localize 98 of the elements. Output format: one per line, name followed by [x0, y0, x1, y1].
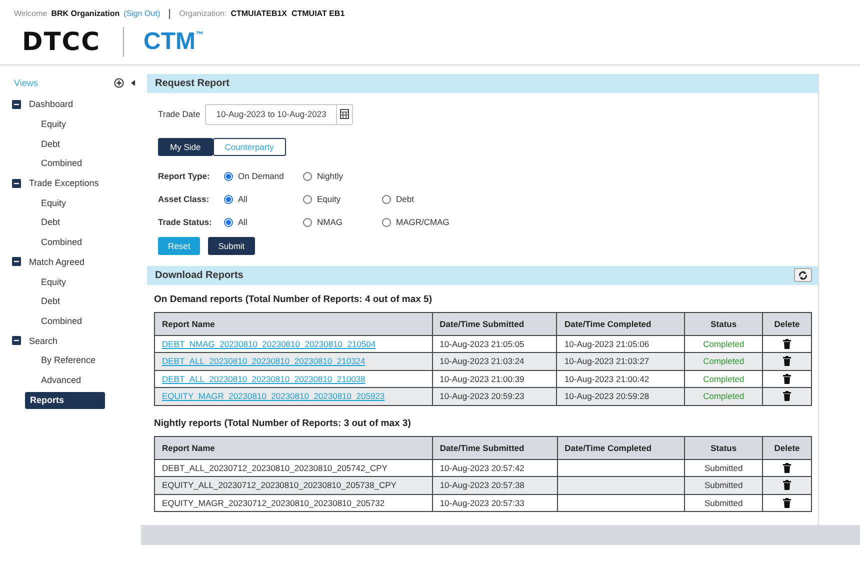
status-cell: Completed — [684, 388, 763, 405]
report-name-cell: EQUITY_ALL_20230712_20230810_20230810_205738_CPY — [154, 476, 432, 494]
trade-date-label: Trade Date — [158, 109, 200, 119]
collapse-icon[interactable] — [12, 336, 21, 346]
trash-icon[interactable] — [783, 480, 791, 490]
radio-group-label: Report Type: — [158, 171, 211, 181]
sidebar-item[interactable]: Combined — [0, 154, 141, 174]
radio-icon[interactable] — [224, 172, 233, 180]
radio-option[interactable]: MAGR/CMAG — [382, 217, 461, 227]
column-header: Date/Time Submitted — [432, 312, 557, 335]
radio-option[interactable]: On Demand — [224, 171, 303, 181]
sidebar-group[interactable]: Dashboard — [0, 94, 141, 114]
sidebar-item[interactable]: Advanced — [0, 370, 141, 390]
sidebar-item[interactable]: Reports — [25, 392, 105, 409]
trash-icon[interactable] — [783, 356, 792, 366]
status-cell: Submitted — [684, 476, 763, 494]
organization-label: Organization: — [179, 9, 227, 18]
radio-icon[interactable] — [303, 218, 312, 226]
table-cell: 10-Aug-2023 21:05:06 — [556, 335, 685, 352]
radio-group-label: Asset Class: — [158, 194, 210, 204]
radio-option[interactable]: All — [224, 217, 303, 227]
calendar-icon[interactable] — [340, 109, 350, 119]
sidebar-group[interactable]: Match Agreed — [0, 252, 141, 272]
sidebar-item[interactable]: Equity — [0, 192, 141, 213]
radio-option[interactable]: All — [224, 194, 303, 204]
table-cell: 10-Aug-2023 21:00:39 — [432, 370, 557, 388]
radio-option[interactable]: Nightly — [303, 171, 382, 181]
column-header: Delete — [762, 312, 812, 335]
status-cell: Submitted — [684, 459, 763, 476]
radio-icon[interactable] — [224, 218, 233, 226]
trash-icon[interactable] — [783, 338, 792, 349]
status-cell: Completed — [684, 370, 763, 388]
section-title: Request Report — [155, 78, 230, 88]
sidebar-item[interactable]: Debt — [0, 212, 141, 232]
column-header: Delete — [762, 436, 812, 459]
report-name-cell: EQUITY_MAGR_20230712_20230810_20230810_205732 — [154, 494, 432, 512]
user-name: BRK Organization — [51, 9, 120, 18]
submit-button[interactable]: Submit — [208, 236, 255, 254]
table-cell: 10-Aug-2023 20:59:28 — [556, 388, 685, 405]
radio-icon[interactable] — [303, 194, 312, 204]
trash-icon[interactable] — [783, 391, 792, 402]
brand-logo: DTCC — [22, 27, 100, 56]
sidebar-item[interactable]: Equity — [0, 114, 141, 134]
organization-value: CTMUIATEB1X CTMUIAT EB1 — [230, 9, 345, 18]
radio-icon[interactable] — [382, 194, 391, 204]
sidebar-item[interactable]: Debt — [0, 134, 141, 154]
column-header: Report Name — [154, 436, 432, 459]
sidebar-group[interactable]: Trade Exceptions — [0, 173, 141, 193]
product-logo: CTM™ — [144, 28, 204, 56]
status-cell: Completed — [684, 352, 763, 370]
sidebar-item[interactable]: Equity — [0, 272, 141, 292]
refresh-icon[interactable] — [798, 270, 808, 280]
table-cell: 10-Aug-2023 20:57:38 — [432, 476, 558, 494]
add-icon[interactable] — [114, 78, 124, 88]
table-cell: 10-Aug-2023 21:05:05 — [432, 335, 557, 352]
side-toggle-tab[interactable]: My Side — [158, 138, 213, 156]
sign-out-link[interactable]: (Sign Out) — [124, 9, 160, 18]
welcome-text: Welcome — [14, 9, 48, 18]
collapse-icon[interactable] — [12, 178, 21, 188]
radio-icon[interactable] — [382, 218, 391, 226]
table-cell: 10-Aug-2023 20:59:23 — [432, 388, 557, 405]
trash-icon[interactable] — [783, 498, 791, 508]
radio-icon[interactable] — [224, 194, 233, 204]
table-cell: 10-Aug-2023 20:57:42 — [432, 459, 558, 476]
sidebar-item[interactable]: Combined — [0, 311, 141, 331]
column-header: Date/Time Completed — [557, 436, 685, 459]
views-title: Views — [14, 78, 39, 88]
table-caption: On Demand reports (Total Number of Reports: 4 out of max 5) — [154, 294, 433, 304]
radio-icon[interactable] — [303, 172, 312, 180]
radio-option[interactable]: Equity — [303, 194, 382, 204]
collapse-icon[interactable] — [12, 100, 21, 109]
table-cell: 10-Aug-2023 21:03:27 — [556, 352, 685, 370]
status-cell: Completed — [684, 335, 763, 352]
table-cell: 10-Aug-2023 21:00:42 — [556, 370, 685, 388]
column-header: Report Name — [154, 312, 432, 335]
column-header: Date/Time Completed — [556, 312, 685, 335]
table-cell: 10-Aug-2023 20:57:33 — [432, 494, 558, 512]
section-title: Download Reports — [155, 270, 244, 280]
sidebar-item[interactable]: By Reference — [0, 350, 141, 370]
collapse-icon[interactable] — [12, 257, 21, 266]
trash-icon[interactable] — [783, 462, 791, 473]
table-cell: 10-Aug-2023 21:03:24 — [432, 352, 557, 370]
table-caption: Nightly reports (Total Number of Reports: 3 out of max 3) — [154, 418, 412, 428]
radio-option[interactable]: NMAG — [303, 217, 382, 227]
sidebar-item[interactable]: Combined — [0, 232, 141, 252]
collapse-icon[interactable] — [131, 80, 135, 86]
trash-icon[interactable] — [783, 374, 792, 384]
refresh-button[interactable] — [794, 268, 812, 282]
column-header: Date/Time Submitted — [432, 436, 558, 459]
radio-option[interactable]: Debt — [382, 194, 461, 204]
sidebar-item[interactable]: Debt — [0, 291, 141, 312]
status-cell: Submitted — [684, 494, 763, 512]
trade-date-field[interactable]: 10-Aug-2023 to 10-Aug-2023 — [205, 104, 354, 124]
report-name-cell: DEBT_ALL_20230712_20230810_20230810_205742_CPY — [154, 459, 432, 476]
column-header: Status — [684, 436, 763, 459]
radio-group-label: Trade Status: — [158, 217, 213, 227]
column-header: Status — [684, 312, 763, 335]
sidebar-group[interactable]: Search — [0, 330, 141, 350]
